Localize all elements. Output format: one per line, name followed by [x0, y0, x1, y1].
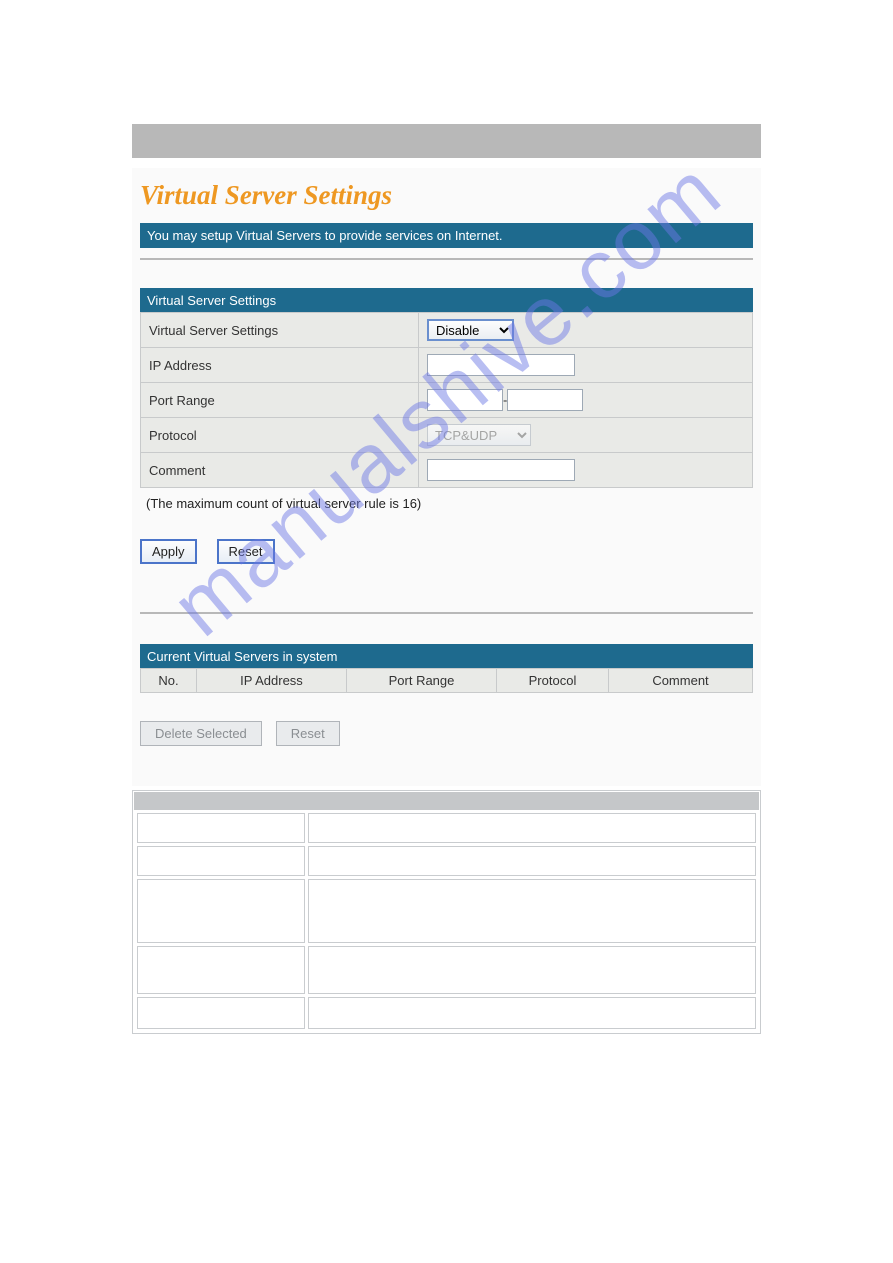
col-protocol: Protocol: [497, 669, 609, 693]
grid-cell: [308, 946, 756, 994]
current-table: No. IP Address Port Range Protocol Comme…: [140, 668, 753, 693]
comment-label: Comment: [141, 453, 419, 488]
col-comment: Comment: [609, 669, 753, 693]
grid-cell: [137, 879, 305, 943]
vserver-select[interactable]: Disable: [427, 319, 514, 341]
port-to-input[interactable]: [507, 389, 583, 411]
port-from-input[interactable]: [427, 389, 503, 411]
settings-header: Virtual Server Settings: [140, 288, 753, 313]
comment-input[interactable]: [427, 459, 575, 481]
current-header: Current Virtual Servers in system: [140, 644, 753, 669]
empty-grid: [134, 810, 759, 1032]
protocol-select: TCP&UDP: [427, 424, 531, 446]
separator: [140, 258, 753, 260]
intro-bar: You may setup Virtual Servers to provide…: [140, 223, 753, 248]
page-title: Virtual Server Settings: [140, 174, 753, 223]
max-count-note: (The maximum count of virtual server rul…: [140, 488, 753, 511]
grid-cell: [137, 846, 305, 876]
bottom-panel: [132, 790, 761, 1034]
vserver-label: Virtual Server Settings: [141, 313, 419, 348]
port-label: Port Range: [141, 383, 419, 418]
grid-cell: [137, 813, 305, 843]
separator-2: [140, 612, 753, 614]
col-no: No.: [141, 669, 197, 693]
col-ip: IP Address: [197, 669, 347, 693]
settings-table: Virtual Server Settings Disable IP Addre…: [140, 312, 753, 488]
reset-button[interactable]: Reset: [217, 539, 275, 564]
bottom-gray-bar: [134, 792, 759, 810]
delete-selected-button: Delete Selected: [140, 721, 262, 746]
protocol-label: Protocol: [141, 418, 419, 453]
grid-cell: [137, 946, 305, 994]
grid-cell: [308, 846, 756, 876]
grid-cell: [308, 813, 756, 843]
reset-button-2: Reset: [276, 721, 340, 746]
ip-input[interactable]: [427, 354, 575, 376]
grid-cell: [137, 997, 305, 1029]
ip-label: IP Address: [141, 348, 419, 383]
apply-button[interactable]: Apply: [140, 539, 197, 564]
grid-cell: [308, 879, 756, 943]
grid-cell: [308, 997, 756, 1029]
top-gray-bar: [132, 124, 761, 158]
col-port: Port Range: [347, 669, 497, 693]
